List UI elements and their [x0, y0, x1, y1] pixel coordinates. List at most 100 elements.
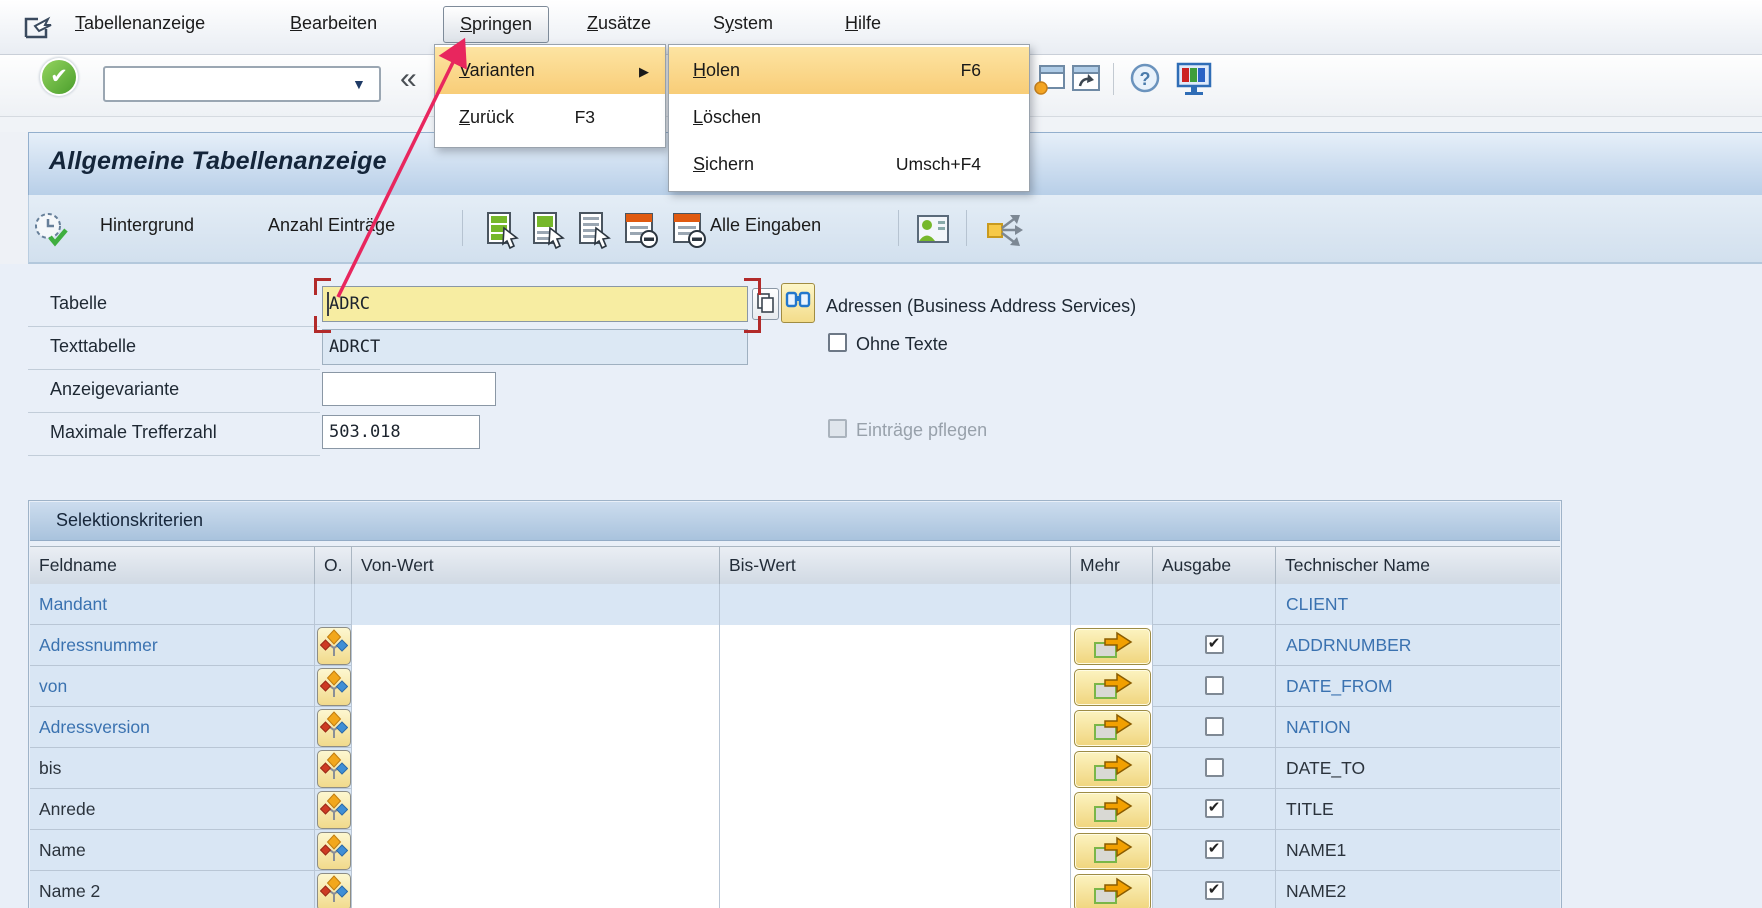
von-wert-cell[interactable] [352, 707, 720, 748]
eintraege-pflegen-checkbox [828, 419, 847, 438]
mehr-cell [1071, 707, 1153, 748]
text-caret [327, 292, 329, 316]
von-wert-cell[interactable] [352, 748, 720, 789]
eintraege-pflegen-label: Einträge pflegen [856, 420, 987, 441]
multiple-selection-button[interactable] [1074, 833, 1151, 870]
multiple-selection-icon [1089, 875, 1137, 906]
von-wert-cell[interactable] [352, 666, 720, 707]
menu-item-holen[interactable]: HolenF6 [669, 47, 1029, 94]
bis-wert-cell[interactable] [720, 625, 1071, 666]
texttabelle-input [322, 329, 748, 365]
page-title: Allgemeine Tabellenanzeige [49, 147, 387, 176]
selection-option-button[interactable] [317, 709, 351, 747]
multiple-selection-button[interactable] [1074, 628, 1151, 665]
group-title: Selektionskriterien [56, 510, 203, 531]
menu-item-zur-ck[interactable]: ZurückF3 [435, 94, 665, 141]
branch-arrows-icon[interactable] [984, 210, 1026, 250]
menu-zus-tze[interactable]: Zusätze [587, 13, 651, 34]
ohne-texte-checkbox[interactable] [828, 333, 847, 352]
search-help-icon[interactable] [781, 283, 815, 323]
bis-wert-cell[interactable] [720, 871, 1071, 908]
hintergrund-button[interactable]: Hintergrund [100, 215, 194, 236]
help-icon[interactable]: ? [1128, 60, 1162, 96]
menu-springen[interactable]: Springen [443, 6, 549, 43]
toolbar-separator [898, 210, 899, 246]
execute-icon[interactable] [32, 210, 72, 252]
output-checkbox[interactable]: ✔ [1205, 840, 1224, 859]
multiple-selection-button[interactable] [1074, 751, 1151, 788]
menu-bearbeiten[interactable]: Bearbeiten [290, 13, 377, 34]
texttabelle-label: Texttabelle [50, 336, 136, 357]
anzeigevariante-label: Anzeigevariante [50, 379, 179, 400]
user-settings-icon[interactable] [914, 210, 952, 250]
menu-tabellenanzeige[interactable]: Tabellenanzeige [75, 13, 205, 34]
customize-layout-icon[interactable] [1174, 60, 1214, 98]
anzeigevariante-input[interactable] [322, 372, 496, 406]
von-wert-cell[interactable] [352, 625, 720, 666]
bis-wert-cell[interactable] [720, 789, 1071, 830]
delete-selection-icon[interactable] [622, 210, 660, 250]
bis-wert-cell[interactable] [720, 748, 1071, 789]
command-field[interactable] [103, 66, 381, 102]
selection-option-button[interactable] [317, 750, 351, 788]
anzahl-eintraege-button[interactable]: Anzahl Einträge [268, 215, 395, 236]
selection-option-button[interactable] [317, 873, 351, 908]
command-dropdown-icon[interactable]: ▼ [352, 76, 366, 92]
sap-screen-icon[interactable] [22, 13, 54, 41]
menu-item-sichern[interactable]: SichernUmsch+F4 [669, 141, 1029, 188]
menu-system[interactable]: System [713, 13, 773, 34]
collapse-toolbar-icon[interactable]: « [400, 62, 417, 96]
output-checkbox[interactable] [1205, 676, 1224, 695]
select-block-icon[interactable] [530, 210, 566, 250]
technischer-name-cell: DATE_FROM [1276, 666, 1560, 707]
delete-all-selections-icon[interactable] [670, 210, 708, 250]
output-checkbox[interactable]: ✔ [1205, 881, 1224, 900]
technischer-name-cell: NATION [1276, 707, 1560, 748]
alle-eingaben-button[interactable]: Alle Eingaben [710, 215, 821, 236]
output-checkbox[interactable]: ✔ [1205, 799, 1224, 818]
bis-wert-cell[interactable] [720, 707, 1071, 748]
shortcut-key: F6 [961, 47, 981, 94]
bis-wert-cell[interactable] [720, 830, 1071, 871]
max-trefferzahl-label: Maximale Trefferzahl [50, 422, 217, 443]
multiple-selection-button[interactable] [1074, 792, 1151, 829]
multiple-selection-button[interactable] [1074, 669, 1151, 706]
menu-item-l-schen[interactable]: Löschen [669, 94, 1029, 141]
technischer-name-cell: NAME1 [1276, 830, 1560, 871]
mehr-cell [1071, 666, 1153, 707]
selection-option-button[interactable] [317, 627, 351, 665]
max-trefferzahl-input[interactable] [322, 415, 480, 449]
tabelle-input[interactable] [322, 286, 748, 322]
create-shortcut-icon[interactable] [1068, 60, 1102, 98]
focus-corner [744, 316, 761, 333]
option-cell [315, 625, 352, 666]
field-label: Name [30, 830, 314, 870]
multiple-selection-button[interactable] [1074, 710, 1151, 747]
von-wert-cell[interactable] [352, 830, 720, 871]
field-label: Anrede [30, 789, 314, 829]
selection-options-icon [320, 792, 348, 824]
menu-item-label: Sichern [693, 154, 754, 174]
multiple-selection-button[interactable] [1074, 874, 1151, 908]
selection-option-button[interactable] [317, 791, 351, 829]
von-wert-cell[interactable] [352, 789, 720, 830]
selection-option-button[interactable] [317, 832, 351, 870]
output-checkbox[interactable] [1205, 758, 1224, 777]
bis-wert-cell[interactable] [720, 666, 1071, 707]
new-session-icon[interactable] [1032, 60, 1066, 98]
table-row-date-from: vonDATE_FROM [30, 666, 1560, 707]
von-wert-cell[interactable] [352, 584, 720, 625]
von-wert-cell[interactable] [352, 871, 720, 908]
select-all-icon[interactable] [484, 210, 520, 250]
ausgabe-cell: ✔ [1153, 789, 1276, 830]
multiple-selection-icon [1089, 670, 1137, 701]
option-cell [315, 584, 352, 625]
enter-button[interactable]: ✔ [42, 60, 76, 94]
menu-hilfe[interactable]: Hilfe [845, 13, 881, 34]
menu-item-varianten[interactable]: Varianten▶ [435, 47, 665, 94]
output-checkbox[interactable]: ✔ [1205, 635, 1224, 654]
deselect-all-icon[interactable] [576, 210, 612, 250]
bis-wert-cell[interactable] [720, 584, 1071, 625]
output-checkbox[interactable] [1205, 717, 1224, 736]
selection-option-button[interactable] [317, 668, 351, 706]
